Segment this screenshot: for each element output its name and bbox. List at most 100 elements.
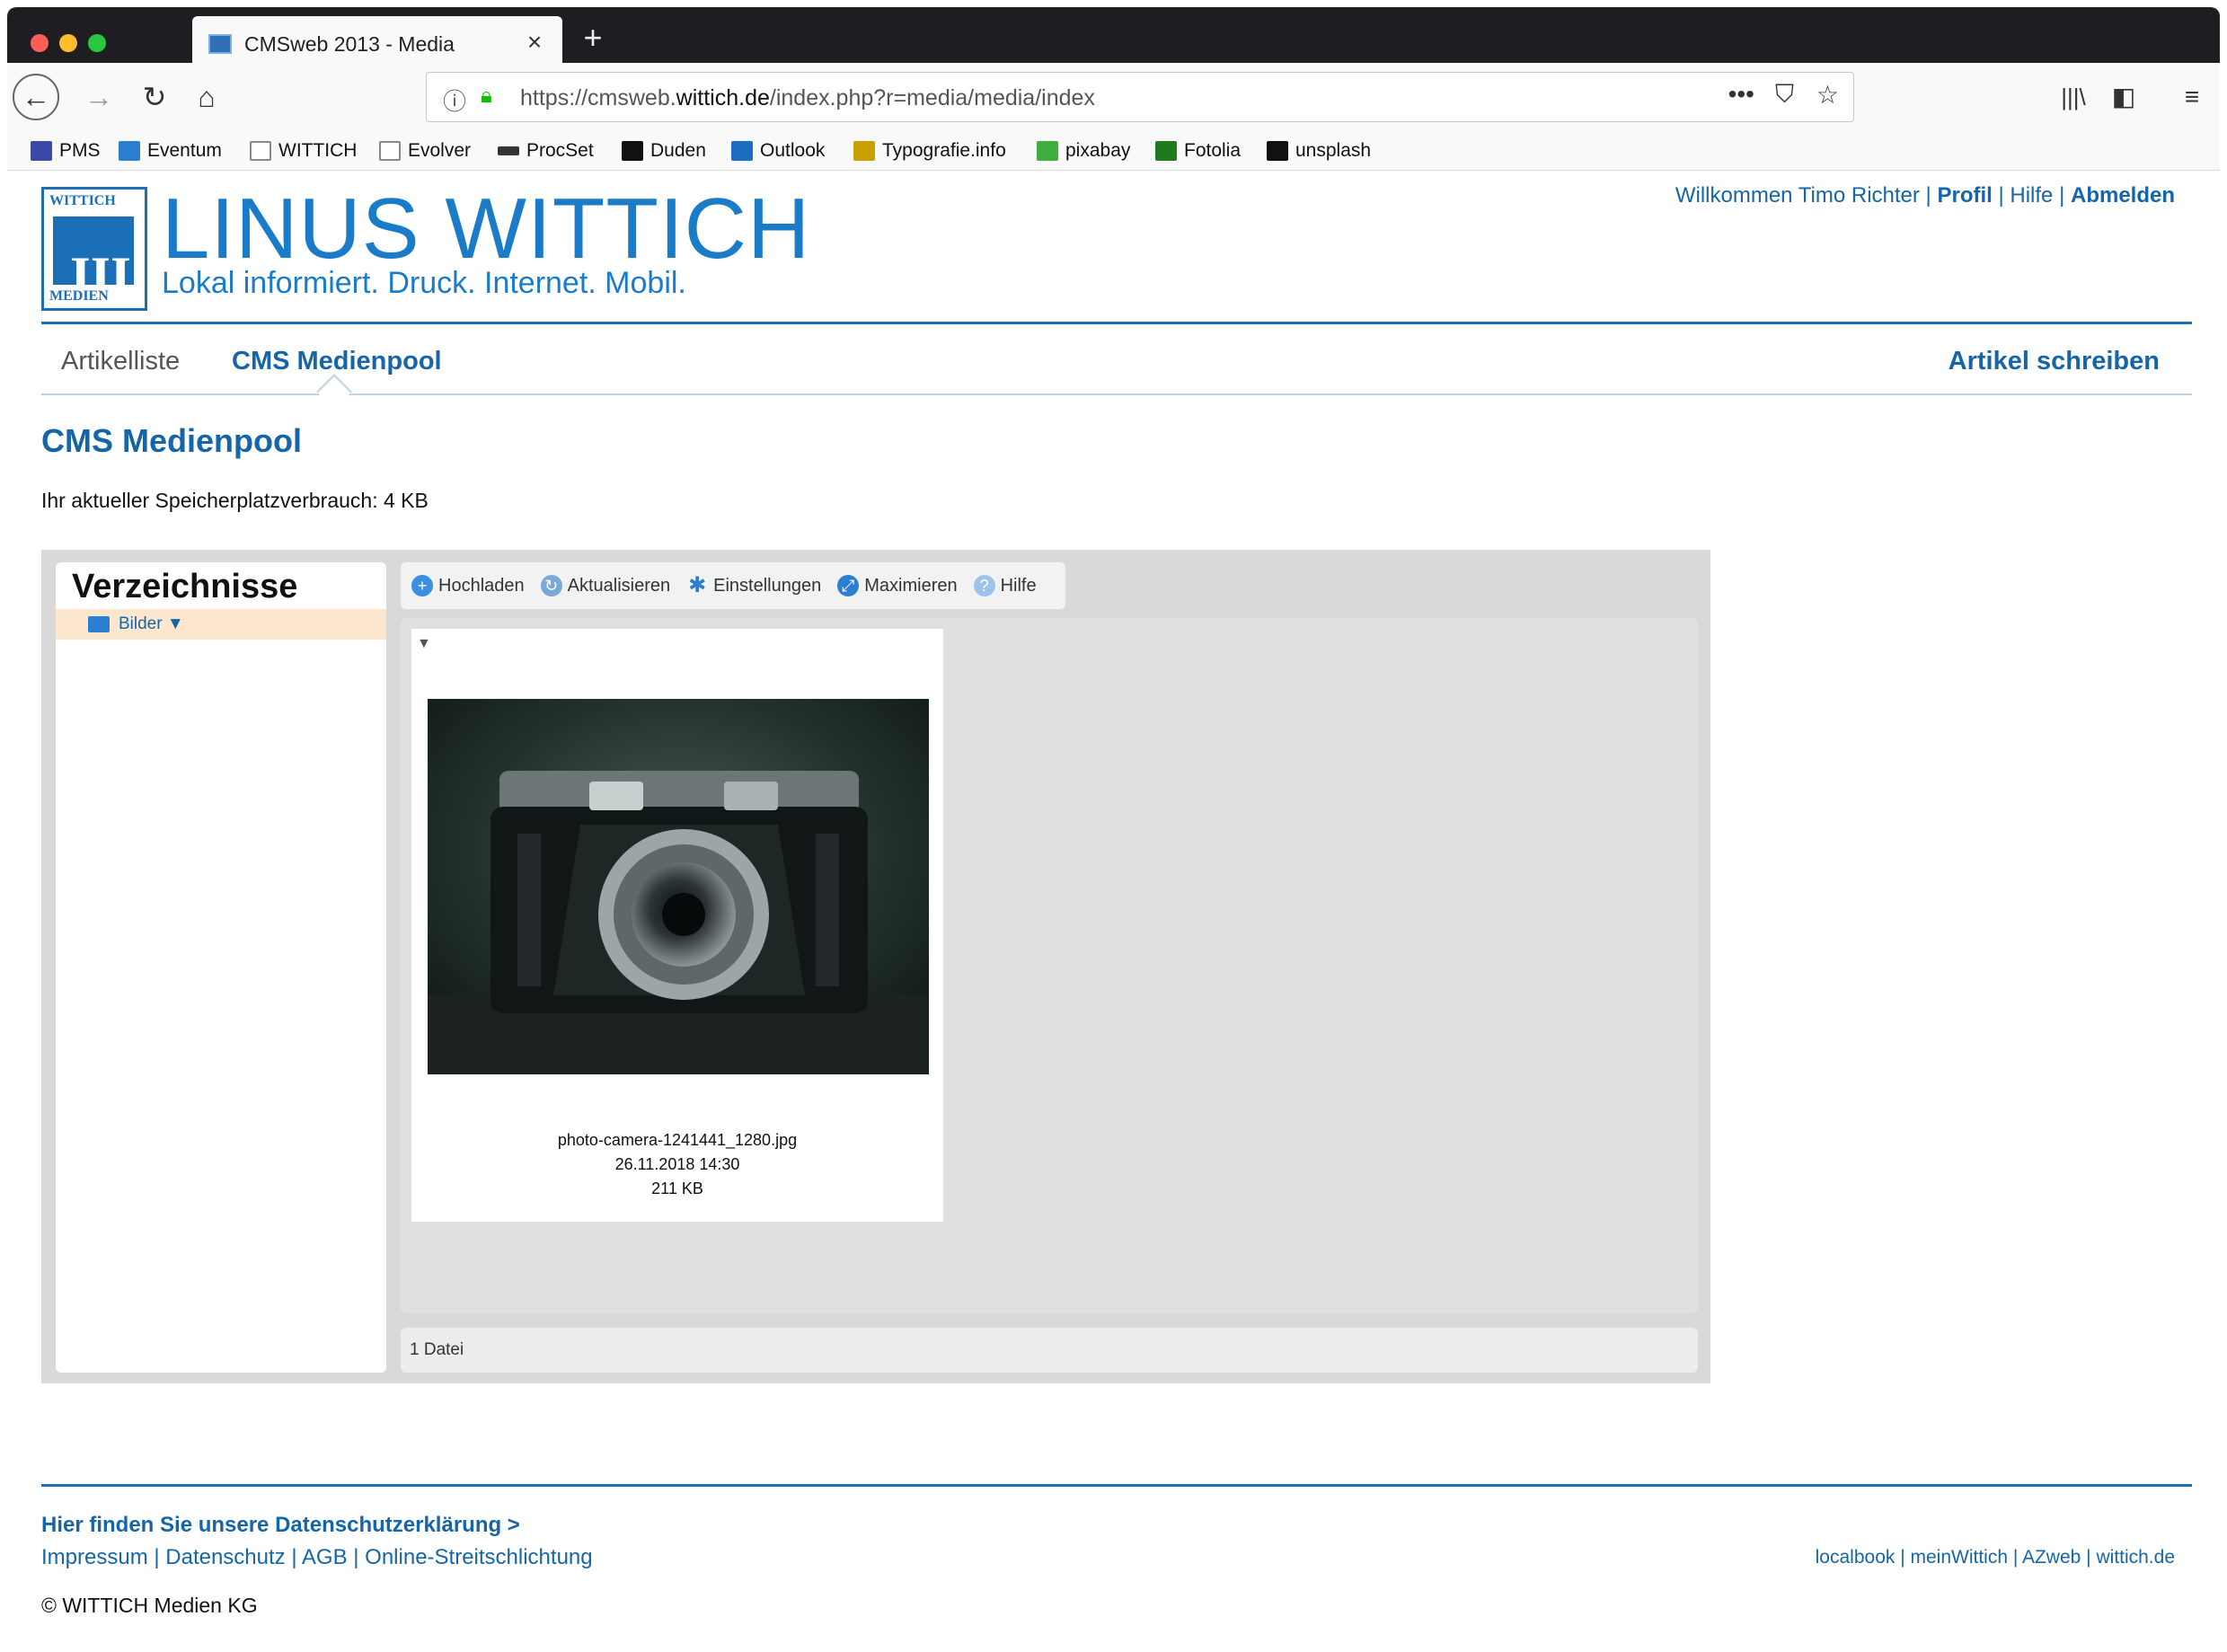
- browser-toolbar: ← → ↻ ⌂ ⓘ 🔒︎ https://cmsweb.wittich.de/i…: [7, 63, 2220, 131]
- nav-media-pool[interactable]: CMS Medienpool: [232, 347, 442, 376]
- upload-icon: +: [411, 575, 433, 596]
- file-meta: photo-camera-1241441_1280.jpg 26.11.2018…: [411, 1128, 943, 1201]
- back-arrow-icon[interactable]: ←: [13, 74, 59, 120]
- storage-usage-text: Ihr aktueller Speicherplatzverbrauch: 4 …: [41, 489, 429, 512]
- home-icon[interactable]: ⌂: [185, 75, 228, 119]
- folder-icon: [250, 141, 271, 161]
- bookmark-duden[interactable]: Duden: [622, 137, 706, 165]
- nav-article-list[interactable]: Artikelliste: [61, 347, 180, 376]
- folder-icon: [88, 616, 110, 632]
- file-thumbnail[interactable]: [428, 699, 929, 1074]
- help-button[interactable]: ? Hilfe: [973, 575, 1037, 596]
- minimize-window-button[interactable]: [59, 34, 77, 52]
- file-name: photo-camera-1241441_1280.jpg: [557, 1131, 798, 1149]
- maximize-button[interactable]: ⤢ Maximieren: [837, 575, 958, 596]
- new-tab-button[interactable]: +: [575, 18, 611, 57]
- logout-link[interactable]: Abmelden: [2071, 183, 2175, 208]
- help-icon: ?: [973, 575, 995, 596]
- nav-divider: [41, 393, 2192, 395]
- eventum-icon: [119, 141, 140, 161]
- media-pool-app: Verzeichnisse Bilder ▼ + Hochladen ↻ Aktua…: [41, 550, 1710, 1383]
- directory-title: Verzeichnisse: [72, 568, 298, 605]
- url-bar[interactable]: ⓘ 🔒︎ https://cmsweb.wittich.de/index.php…: [426, 72, 1854, 122]
- bookmark-typografie[interactable]: Typografie.info: [853, 137, 1006, 165]
- privacy-link[interactable]: Hier finden Sie unsere Datenschutzerklär…: [41, 1513, 520, 1538]
- bookmark-unsplash[interactable]: unsplash: [1267, 137, 1371, 165]
- bookmark-fotolia[interactable]: Fotolia: [1155, 137, 1241, 165]
- tab-bar: CMSweb 2013 - Media × +: [7, 7, 2220, 70]
- procset-icon: [498, 146, 519, 155]
- refresh-button[interactable]: ↻ Aktualisieren: [540, 575, 670, 596]
- tab-close-icon[interactable]: ×: [517, 25, 552, 59]
- reload-icon[interactable]: ↻: [133, 75, 176, 119]
- folder-icon: [379, 141, 401, 161]
- bookmark-pms[interactable]: PMS: [31, 137, 101, 165]
- directory-item-label: Bilder ▼: [119, 614, 184, 633]
- library-icon[interactable]: |||\: [2052, 75, 2095, 119]
- bookmark-star-icon[interactable]: ☆: [1816, 80, 1839, 110]
- bookmark-wittich[interactable]: WITTICH: [250, 137, 357, 165]
- camera-icon: [1267, 141, 1288, 161]
- directory-panel: Verzeichnisse Bilder ▼: [56, 562, 386, 1373]
- settings-button[interactable]: ✱ Einstellungen: [686, 575, 821, 596]
- lock-icon: 🔒︎: [481, 84, 492, 108]
- close-window-button[interactable]: [31, 34, 49, 52]
- media-status-bar: 1 Datei: [401, 1328, 1698, 1373]
- media-toolbar: + Hochladen ↻ Aktualisieren ✱ Einstellungen…: [401, 562, 1065, 609]
- footer-partner-links[interactable]: localbook | meinWittich | AZweb | wittic…: [1816, 1547, 2175, 1568]
- bookmark-eventum[interactable]: Eventum: [119, 137, 222, 165]
- fotolia-icon: [1155, 141, 1177, 161]
- logo-mark-icon: Ш: [53, 216, 134, 303]
- tab-title: CMSweb 2013 - Media: [244, 32, 455, 56]
- logo-top-text: WITTICH: [49, 193, 116, 208]
- page-content: WITTICH Ш MEDIEN LINUS WITTICH Lokal inf…: [7, 171, 2220, 1652]
- outlook-icon: [731, 141, 753, 161]
- bookmark-procset[interactable]: ProcSet: [498, 137, 594, 165]
- footer-divider: [41, 1484, 2192, 1487]
- bookmark-evolver[interactable]: Evolver: [379, 137, 471, 165]
- url-text: https://cmsweb.wittich.de/index.php?r=me…: [520, 85, 1095, 110]
- typografie-icon: [853, 141, 875, 161]
- pixabay-icon: [1037, 141, 1058, 161]
- refresh-icon: ↻: [540, 575, 562, 596]
- main-nav: Artikelliste CMS Medienpool Artikel schr…: [41, 336, 2192, 390]
- help-link[interactable]: Hilfe: [2010, 183, 2053, 208]
- bookmarks-bar: PMS Eventum WITTICH Evolver ProcSet Dude…: [7, 131, 2220, 171]
- copyright: © WITTICH Medien KG: [41, 1594, 258, 1617]
- file-area: ▼ photo-camera-1241441_1280.jpg 26.11.20…: [401, 618, 1698, 1313]
- brand-name: LINUS WITTICH: [162, 181, 811, 277]
- footer-links[interactable]: Impressum | Datenschutz | AGB | Online-S…: [41, 1545, 593, 1570]
- directory-item-bilder[interactable]: Bilder ▼: [56, 609, 386, 640]
- settings-icon: ✱: [688, 573, 707, 597]
- upload-button[interactable]: + Hochladen: [411, 575, 525, 596]
- forward-arrow-icon[interactable]: →: [77, 75, 120, 119]
- logo-bottom-text: MEDIEN: [49, 288, 109, 304]
- site-info-icon[interactable]: ⓘ: [443, 84, 466, 117]
- profile-link[interactable]: Profil: [1937, 183, 1992, 208]
- file-count: 1 Datei: [410, 1340, 464, 1359]
- file-date: 26.11.2018 14:30: [614, 1155, 740, 1173]
- menu-icon[interactable]: ≡: [2170, 75, 2214, 119]
- browser-window: CMSweb 2013 - Media × + ← → ↻ ⌂ ⓘ 🔒︎ htt…: [0, 0, 2227, 1652]
- bookmark-outlook[interactable]: Outlook: [731, 137, 825, 165]
- write-article-button[interactable]: Artikel schreiben: [1949, 347, 2160, 376]
- file-menu-icon[interactable]: ▼: [417, 636, 431, 652]
- file-card[interactable]: ▼ photo-camera-1241441_1280.jpg 26.11.20…: [411, 629, 943, 1222]
- zoom-window-button[interactable]: [88, 34, 106, 52]
- wittich-logo[interactable]: WITTICH Ш MEDIEN: [41, 187, 147, 311]
- welcome-user-link[interactable]: Willkommen Timo Richter: [1675, 183, 1920, 208]
- brand-tagline: Lokal informiert. Druck. Internet. Mobil…: [162, 266, 686, 300]
- sidebar-toggle-icon[interactable]: ◧: [2102, 75, 2145, 119]
- pms-icon: [31, 141, 52, 161]
- tab-favicon-icon: [208, 34, 232, 54]
- tab-cmsweb[interactable]: CMSweb 2013 - Media ×: [192, 16, 562, 70]
- maximize-icon: ⤢: [837, 575, 860, 596]
- header-divider: [41, 322, 2192, 324]
- duden-icon: [622, 141, 643, 161]
- page-actions-icon[interactable]: •••: [1728, 80, 1754, 109]
- pocket-icon[interactable]: ⛉: [1775, 80, 1794, 110]
- page-title: CMS Medienpool: [41, 422, 302, 459]
- bookmark-pixabay[interactable]: pixabay: [1037, 137, 1130, 165]
- user-bar: Willkommen Timo Richter | Profil | Hilfe…: [1675, 183, 2175, 208]
- file-size: 211 KB: [651, 1179, 703, 1197]
